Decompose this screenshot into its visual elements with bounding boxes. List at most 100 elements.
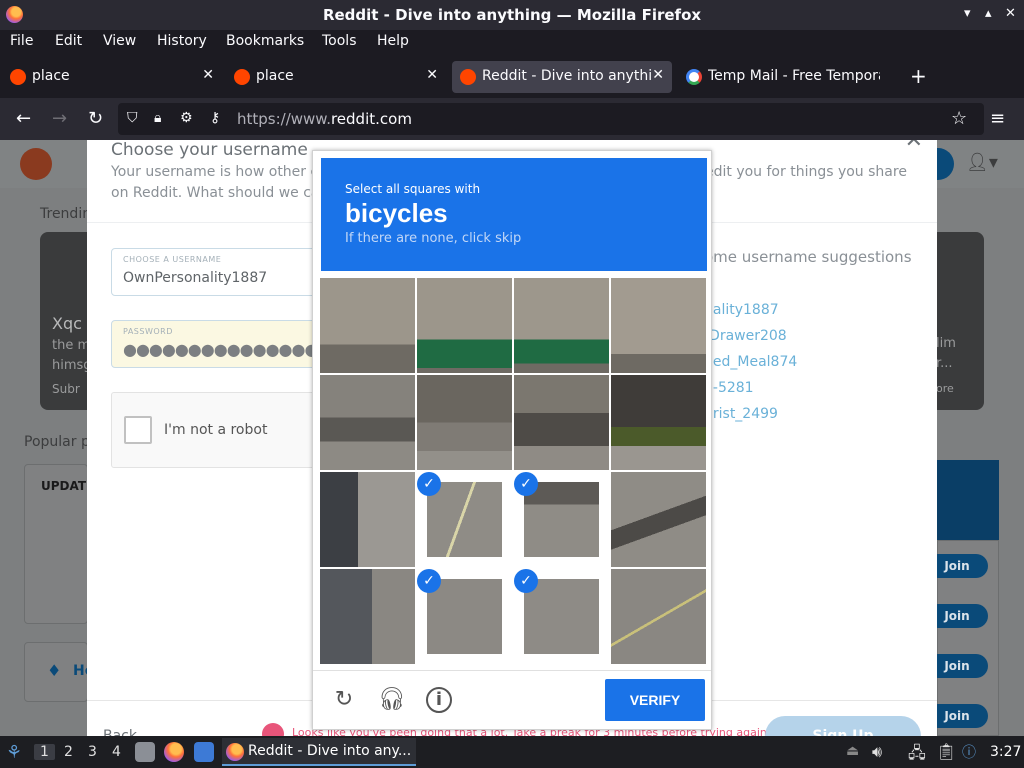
desktop-icon[interactable] xyxy=(194,742,214,762)
captcha-tile-selected[interactable]: ✓ xyxy=(514,569,609,664)
tab-place-1[interactable]: place ✕ xyxy=(2,61,222,93)
bookmark-star-icon[interactable]: ☆ xyxy=(951,108,967,129)
menu-history[interactable]: History xyxy=(157,33,207,49)
start-menu-icon[interactable]: ⚘ xyxy=(6,742,22,763)
warning-icon xyxy=(262,723,284,736)
home-card[interactable]: ♦ He xyxy=(24,642,94,702)
back-arrow-icon[interactable]: ← xyxy=(16,108,31,129)
audio-icon[interactable]: 🎧︎ xyxy=(378,687,406,713)
checkmark-icon: ✓ xyxy=(514,569,538,593)
captcha-tile-selected[interactable]: ✓ xyxy=(417,472,512,567)
checkmark-icon: ✓ xyxy=(514,472,538,496)
shield-icon[interactable]: ⛉ xyxy=(127,110,138,126)
taskbar: ⚘ 1 2 3 4 Reddit - Dive into any... ⏏ 🔊︎… xyxy=(0,736,1024,768)
captcha-tile[interactable] xyxy=(514,375,609,470)
popular-heading: Popular p xyxy=(24,434,90,450)
captcha-tile-selected[interactable]: ✓ xyxy=(417,569,512,664)
captcha-tile[interactable] xyxy=(320,472,415,567)
captcha-tile[interactable] xyxy=(611,278,706,373)
workspace-2[interactable]: 2 xyxy=(64,744,73,760)
verify-button[interactable]: VERIFY xyxy=(605,679,705,721)
field-value: ●●●●●●●●●●●●●●● xyxy=(123,340,318,359)
notification-icon[interactable]: ⓘ xyxy=(962,742,976,762)
back-button[interactable]: Back xyxy=(103,728,137,736)
eject-icon[interactable]: ⏏ xyxy=(846,743,859,759)
card-text: ore xyxy=(936,382,954,395)
username-suggestion[interactable]: urist_2499 xyxy=(704,406,778,422)
taskbar-app-firefox[interactable]: Reddit - Dive into any... xyxy=(222,738,416,766)
tab-reddit[interactable]: Reddit - Dive into anythin ✕ xyxy=(452,61,672,93)
info-icon[interactable]: i xyxy=(426,687,452,713)
reddit-icon xyxy=(234,69,250,85)
workspace-3[interactable]: 3 xyxy=(88,744,97,760)
tab-temp-mail[interactable]: Temp Mail - Free Tempora xyxy=(678,61,898,93)
captcha-tile[interactable] xyxy=(611,375,706,470)
workspace-4[interactable]: 4 xyxy=(112,744,121,760)
forward-arrow-icon[interactable]: → xyxy=(52,108,67,129)
menu-file[interactable]: File xyxy=(10,33,33,49)
username-suggestion[interactable]: -Drawer208 xyxy=(704,328,787,344)
menu-help[interactable]: Help xyxy=(377,33,409,49)
network-icon[interactable]: 🖧︎ xyxy=(908,742,926,768)
tab-label: Reddit - Dive into anythin xyxy=(482,68,652,84)
close-tab-icon[interactable]: ✕ xyxy=(202,67,214,83)
taskbar-app-label: Reddit - Dive into any... xyxy=(248,743,412,759)
user-menu-icon[interactable]: 👤︎▾ xyxy=(966,152,998,173)
file-manager-icon[interactable] xyxy=(135,742,155,762)
captcha-tile-selected[interactable]: ✓ xyxy=(514,472,609,567)
community-banner xyxy=(937,460,999,540)
hamburger-menu-icon[interactable]: ≡ xyxy=(990,108,1005,129)
menu-bar: File Edit View History Bookmarks Tools H… xyxy=(0,30,1024,54)
recaptcha-checkbox[interactable] xyxy=(124,416,152,444)
close-tab-icon[interactable]: ✕ xyxy=(426,67,438,83)
clock: 3:27 xyxy=(990,744,1022,760)
reddit-logo-icon[interactable] xyxy=(20,148,52,180)
tab-place-2[interactable]: place ✕ xyxy=(226,61,446,93)
close-window-icon[interactable]: ✕ xyxy=(1005,6,1016,21)
captcha-tile[interactable] xyxy=(611,569,706,664)
close-tab-icon[interactable]: ✕ xyxy=(652,67,664,83)
card-text: himsg xyxy=(52,358,92,373)
captcha-tile[interactable] xyxy=(417,278,512,373)
menu-view[interactable]: View xyxy=(103,33,136,49)
trending-card[interactable]: lim r... ore xyxy=(930,232,984,410)
signup-button[interactable]: Sign Up xyxy=(765,716,921,736)
reddit-icon xyxy=(460,69,476,85)
workspace-1[interactable]: 1 xyxy=(34,744,55,760)
captcha-hint: If there are none, click skip xyxy=(345,231,522,246)
card-title: Xqc xyxy=(52,314,82,333)
home-icon: ♦ xyxy=(47,661,62,680)
post-card[interactable]: UPDATE xyxy=(24,464,94,624)
reload-icon[interactable]: ↻ xyxy=(331,687,357,713)
tab-label: place xyxy=(32,68,70,84)
captcha-grid: ✓ ✓ ✓ ✓ xyxy=(320,278,707,664)
firefox-launcher-icon[interactable] xyxy=(164,742,184,762)
menu-bookmarks[interactable]: Bookmarks xyxy=(226,33,304,49)
minimize-icon[interactable]: ▾ xyxy=(964,6,971,21)
captcha-tile[interactable] xyxy=(611,472,706,567)
username-suggestion[interactable]: ded_Meal874 xyxy=(704,354,797,370)
key-icon[interactable]: ⚷ xyxy=(210,110,220,126)
maximize-icon[interactable]: ▴ xyxy=(985,6,992,21)
url-text[interactable]: https://www.reddit.com xyxy=(237,110,412,128)
permissions-icon[interactable]: ⚙ xyxy=(180,110,193,126)
close-modal-icon[interactable]: ✕ xyxy=(905,140,923,153)
reload-page-icon[interactable]: ↻ xyxy=(88,108,103,129)
captcha-tile[interactable] xyxy=(320,375,415,470)
volume-icon[interactable]: 🔊︎ xyxy=(872,742,882,762)
captcha-tile[interactable] xyxy=(320,278,415,373)
captcha-tile[interactable] xyxy=(514,278,609,373)
url-bar[interactable]: ⛉ 🔒︎ ⚙ ⚷ https://www.reddit.com xyxy=(118,103,984,135)
google-icon xyxy=(686,69,702,85)
lock-icon[interactable]: 🔒︎ xyxy=(154,110,161,126)
new-tab-icon[interactable]: + xyxy=(910,64,927,88)
username-suggestion[interactable]: nality1887 xyxy=(704,302,779,318)
modal-title: Choose your username xyxy=(111,140,308,160)
clipboard-icon[interactable]: 📋︎ xyxy=(936,742,956,761)
recaptcha-label: I'm not a robot xyxy=(164,422,268,438)
captcha-tile[interactable] xyxy=(320,569,415,664)
menu-edit[interactable]: Edit xyxy=(55,33,82,49)
menu-tools[interactable]: Tools xyxy=(322,33,357,49)
field-label: CHOOSE A USERNAME xyxy=(123,255,222,264)
captcha-tile[interactable] xyxy=(417,375,512,470)
